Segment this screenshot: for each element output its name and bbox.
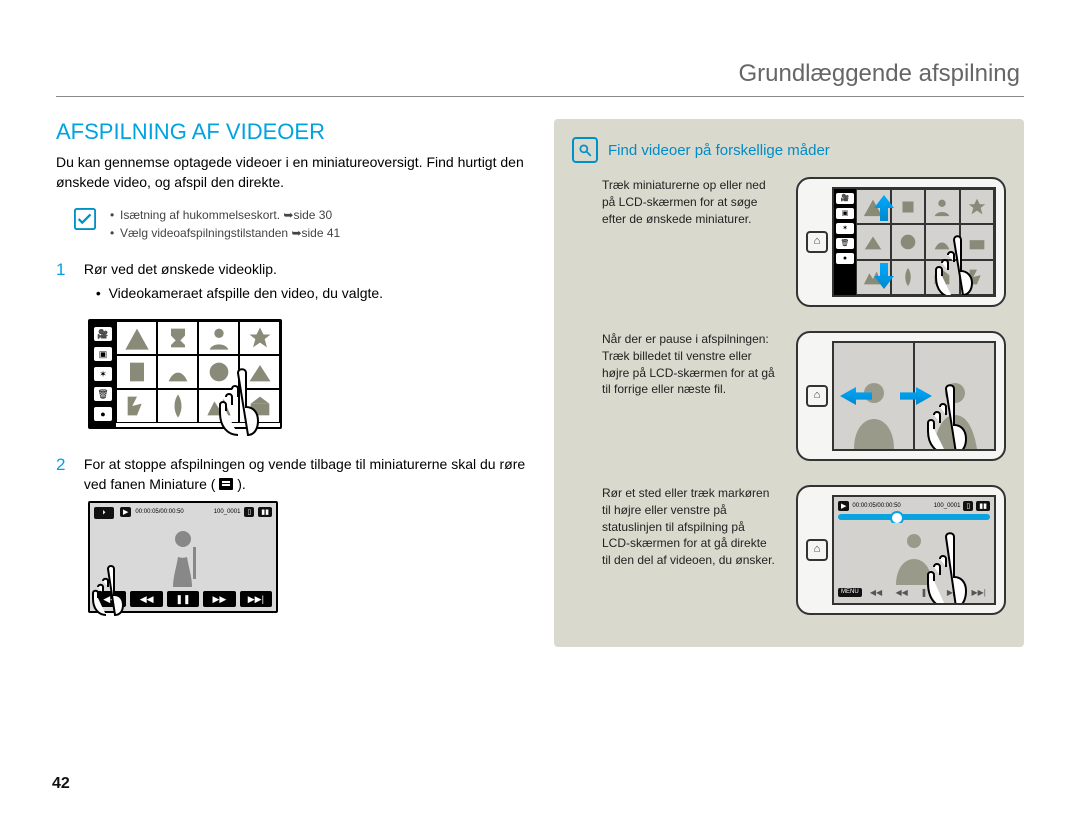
- tip-text: Træk miniaturerne op eller ned på LCD-sk…: [572, 177, 776, 307]
- prereq-1: Isætning af hukommelseskort. ➥side 30: [120, 208, 332, 222]
- play-chip: ▶: [838, 501, 849, 511]
- home-icon: ⌂: [806, 539, 828, 561]
- playback-time: 00:00:05/00:00:50: [135, 509, 183, 515]
- play-chip: ▶: [120, 507, 131, 517]
- header-rule: [56, 96, 1024, 97]
- thumbnail-tab-icon: [219, 478, 233, 490]
- tips-panel: Find videoer på forskellige måder Træk m…: [554, 119, 1024, 647]
- step-1-text: Rør ved det ønskede videoklip.: [84, 261, 277, 277]
- prerequisites-list: •Isætning af hukommelseskort. ➥side 30 •…: [110, 206, 340, 242]
- tip-item: Når der er pause i afspilningen: Træk bi…: [572, 331, 1006, 461]
- playback-filename: 100_0001: [214, 509, 241, 515]
- section-title: AFSPILNING AF VIDEOER: [56, 119, 526, 145]
- side-icon: ●: [94, 407, 112, 421]
- touch-hand-icon: [918, 365, 996, 451]
- home-icon: ⌂: [806, 231, 828, 253]
- device-illustration: ⌂ ▶ 00:00:05/00:00:50 100_0001 ▯ ▮▮: [796, 485, 1006, 615]
- side-icon: 🗑: [94, 387, 112, 401]
- ff-button: ▶▶: [203, 591, 235, 607]
- device-illustration: ⌂ 🎥 ▣ ✶ 🗑 ●: [796, 177, 1006, 307]
- sd-icon: ▯: [963, 501, 973, 511]
- playback-illustration: ⏵ ALL 🔊 MENU ▶ 00:00:05/00:00:50 100_000…: [88, 501, 278, 613]
- step-2-text-b: ).: [237, 476, 246, 492]
- check-icon: [74, 208, 96, 230]
- page-number: 42: [52, 775, 70, 793]
- side-icon: ●: [836, 253, 854, 264]
- pause-button: ❚❚: [167, 591, 199, 607]
- side-icon: ▣: [836, 208, 854, 219]
- columns: AFSPILNING AF VIDEOER Du kan gennemse op…: [56, 119, 1024, 647]
- running-header: Grundlæggende afspilning: [56, 60, 1024, 88]
- steps-list: 1 Rør ved det ønskede videoklip. • Video…: [56, 260, 526, 612]
- side-icon: ✶: [94, 367, 112, 381]
- step-2: 2 For at stoppe afspilningen og vende ti…: [56, 455, 526, 612]
- side-icon: 🗑: [836, 238, 854, 249]
- tip-text: Rør et sted eller træk markøren til højr…: [572, 485, 776, 615]
- step-1: 1 Rør ved det ønskede videoklip. • Video…: [56, 260, 526, 429]
- menu-chip: MENU: [838, 588, 862, 597]
- playback-time: 00:00:05/00:00:50: [852, 503, 900, 509]
- home-icon: ⌂: [806, 385, 828, 407]
- prerequisites-callout: •Isætning af hukommelseskort. ➥side 30 •…: [56, 206, 526, 242]
- next-button: ▶▶|: [240, 591, 272, 607]
- tips-title: Find videoer på forskellige måder: [608, 142, 830, 159]
- touch-hand-icon: [86, 557, 146, 617]
- tip-text: Når der er pause i afspilningen: Træk bi…: [572, 331, 776, 461]
- side-icon: 🎥: [836, 193, 854, 204]
- side-icon: 🎥: [94, 327, 112, 341]
- intro-paragraph: Du kan gennemse optagede videoer i en mi…: [56, 153, 526, 192]
- touch-hand-icon: [928, 219, 996, 297]
- step-1-sub: Videokameraet afspille den video, du val…: [109, 285, 383, 301]
- device-illustration: ⌂: [796, 331, 1006, 461]
- side-icon: ▣: [94, 347, 112, 361]
- prereq-2: Vælg videoafspilningstilstanden ➥side 41: [120, 226, 340, 240]
- grid-side-icons: 🎥 ▣ ✶ 🗑 ●: [90, 321, 116, 427]
- side-icon: ✶: [836, 223, 854, 234]
- step-2-text-a: For at stoppe afspilningen og vende tilb…: [84, 456, 525, 492]
- touch-hand-icon: [918, 513, 996, 605]
- tip-item: Træk miniaturerne op eller ned på LCD-sk…: [572, 177, 1006, 307]
- sd-icon: ▯: [244, 507, 254, 517]
- battery-icon: ▮▮: [258, 507, 272, 517]
- right-column: Find videoer på forskellige måder Træk m…: [554, 119, 1024, 647]
- battery-icon: ▮▮: [976, 501, 990, 511]
- playback-filename: 100_0001: [934, 503, 961, 509]
- left-column: AFSPILNING AF VIDEOER Du kan gennemse op…: [56, 119, 526, 647]
- play-icon: ⏵: [94, 507, 114, 519]
- magnifier-icon: [572, 137, 598, 163]
- page: Grundlæggende afspilning AFSPILNING AF V…: [0, 0, 1080, 825]
- thumbnail-grid-illustration: 🎥 ▣ ✶ 🗑 ●: [88, 319, 526, 429]
- tip-item: Rør et sted eller træk markøren til højr…: [572, 485, 1006, 615]
